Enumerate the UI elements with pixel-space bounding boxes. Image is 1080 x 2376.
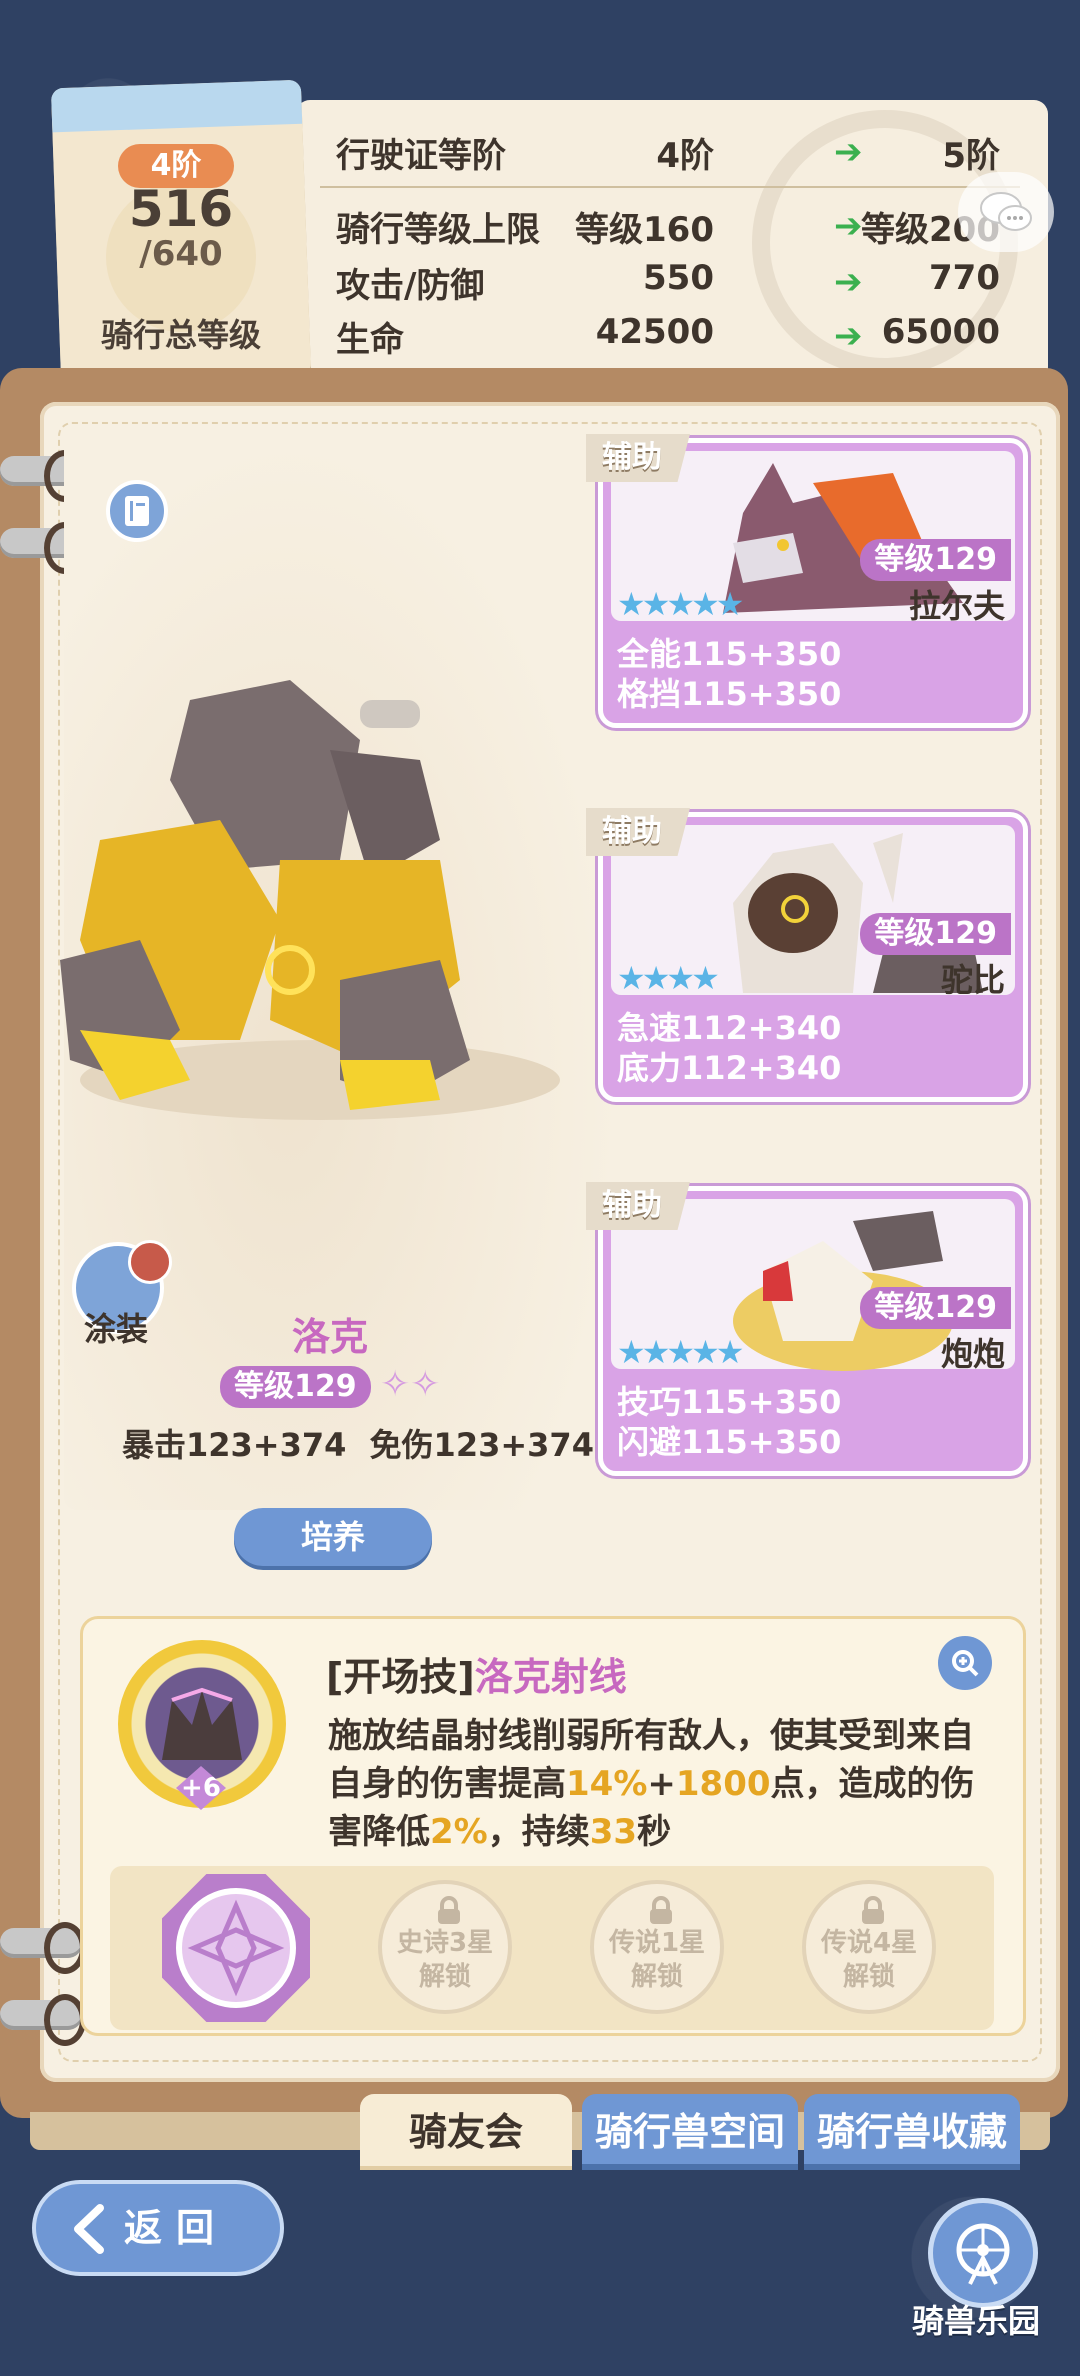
- stat-to: 5阶: [942, 136, 1000, 176]
- assist-level-badge: 等级129: [860, 539, 1011, 581]
- tab-friends[interactable]: 骑友会: [360, 2094, 572, 2170]
- mount-level-badge: 等级129: [220, 1366, 371, 1408]
- chat-button[interactable]: [958, 172, 1054, 252]
- mount-stats: 暴击123+374 免伤123+374: [122, 1426, 594, 1464]
- mount-name: 洛克: [291, 1315, 368, 1359]
- rune-unlock-label: 解锁: [418, 1962, 471, 1992]
- assist-stat: 底力112+340: [617, 1049, 842, 1087]
- skill-title: [开场技]洛克射线: [326, 1646, 627, 1701]
- assist-name: 拉尔夫: [908, 587, 1005, 625]
- arrow-right-icon: ➔: [834, 262, 863, 302]
- divider: [320, 186, 1020, 188]
- rank-max: /640: [139, 234, 223, 274]
- lock-icon: [862, 1896, 884, 1924]
- stat-row-level-cap: 骑行等级上限 等级160 ➔ 等级200: [336, 202, 1026, 252]
- stat-from: 等级160: [575, 210, 714, 250]
- stat-label: 生命: [336, 320, 404, 360]
- skill-desc-text: ，持续: [487, 1812, 590, 1852]
- magnify-icon: [952, 1650, 979, 1677]
- codex-button[interactable]: [106, 480, 168, 542]
- assist-tag: 辅助: [586, 1182, 690, 1230]
- lock-icon: [438, 1896, 460, 1924]
- rune-requirement: 传说4星: [820, 1928, 918, 1958]
- skin-label: 涂装: [84, 1310, 149, 1348]
- mount-park-button[interactable]: [928, 2198, 1038, 2308]
- arrow-right-icon: ➔: [834, 206, 863, 246]
- skill-value: 2%: [430, 1812, 488, 1852]
- chat-icon: [980, 192, 1032, 231]
- binder-ring: [0, 1994, 86, 2046]
- skill-type: [开场技]: [326, 1655, 475, 1699]
- assist-creature-art: [733, 833, 983, 993]
- assist-tag: 辅助: [586, 434, 690, 482]
- stat-from: 550: [643, 258, 714, 298]
- mount-illustration: [60, 680, 560, 1120]
- skill-name: 洛克射线: [474, 1655, 627, 1699]
- assist-name: 驼比: [940, 961, 1005, 999]
- stat-to: 770: [929, 258, 1000, 298]
- stat-from: 42500: [595, 312, 714, 352]
- skill-desc-text: +: [647, 1764, 676, 1804]
- stat-to: 65000: [881, 312, 1000, 352]
- arrow-right-icon: ➔: [834, 132, 863, 172]
- star-rating: ★★★★★: [617, 1333, 744, 1371]
- binder-ring: [0, 1922, 86, 1974]
- skill-description: 施放结晶射线削弱所有敌人，使其受到来自自身的伤害提高14%+1800点，造成的伤…: [328, 1712, 988, 1856]
- rune-unlock-label: 解锁: [842, 1962, 895, 1992]
- ferris-wheel-icon: [956, 2223, 1010, 2285]
- assist-stat: 闪避115+350: [617, 1423, 842, 1461]
- stat-label: 骑行等级上限: [336, 210, 540, 250]
- sparkle-icon: ✧✧: [380, 1364, 441, 1405]
- rune-slot-locked[interactable]: 传说1星 解锁: [590, 1880, 724, 2014]
- assist-tag: 辅助: [586, 808, 690, 856]
- rune-unlock-label: 解锁: [630, 1962, 683, 1992]
- assist-stat: 格挡115+350: [617, 675, 842, 713]
- skill-detail-button[interactable]: [938, 1636, 992, 1690]
- cultivate-button[interactable]: 培养: [234, 1508, 432, 1566]
- tab-mount-space[interactable]: 骑行兽空间: [582, 2094, 798, 2170]
- rune-slot-locked[interactable]: 史诗3星 解锁: [378, 1880, 512, 2014]
- rune-requirement: 史诗3星: [396, 1928, 494, 1958]
- mount-park-label: 骑兽乐园: [912, 2302, 1041, 2340]
- stat-from: 4阶: [656, 136, 714, 176]
- stat-row-license: 行驶证等阶 4阶 ➔ 5阶: [336, 128, 1026, 178]
- back-arrow-icon: [74, 2204, 104, 2254]
- skill-desc-text: 秒: [637, 1812, 672, 1852]
- lock-icon: [650, 1896, 672, 1924]
- stat-label: 行驶证等阶: [336, 136, 506, 176]
- skin-avatar: [128, 1240, 172, 1284]
- skill-value: 33: [589, 1812, 638, 1852]
- arrow-right-icon: ➔: [834, 316, 863, 356]
- rank-badge-text: 516 /640 骑行总等级: [56, 84, 306, 380]
- tab-mount-collection[interactable]: 骑行兽收藏: [804, 2094, 1020, 2170]
- rank-current: 516: [128, 180, 234, 238]
- stat-label: 攻击/防御: [336, 266, 485, 306]
- rune-emblem-icon: [176, 1888, 296, 2008]
- stat-row-hp: 生命 42500 ➔ 65000: [336, 312, 1026, 362]
- book-icon: [125, 496, 149, 526]
- assist-name: 炮炮: [940, 1335, 1005, 1373]
- crown-icon: [162, 1687, 242, 1760]
- assist-level-badge: 等级129: [860, 913, 1011, 955]
- rune-requirement: 传说1星: [608, 1928, 706, 1958]
- star-rating: ★★★★★: [617, 585, 744, 623]
- back-button[interactable]: 返回: [32, 2180, 284, 2276]
- assist-level-badge: 等级129: [860, 1287, 1011, 1329]
- skill-value: 14%: [566, 1764, 648, 1804]
- stat-row-attack-defense: 攻击/防御 550 ➔ 770: [336, 258, 1026, 308]
- back-label: 返回: [124, 2206, 229, 2250]
- skill-value: 1800: [675, 1764, 771, 1804]
- rune-slot-locked[interactable]: 传说4星 解锁: [802, 1880, 936, 2014]
- star-rating: ★★★★: [617, 959, 720, 997]
- rank-title: 骑行总等级: [100, 316, 261, 354]
